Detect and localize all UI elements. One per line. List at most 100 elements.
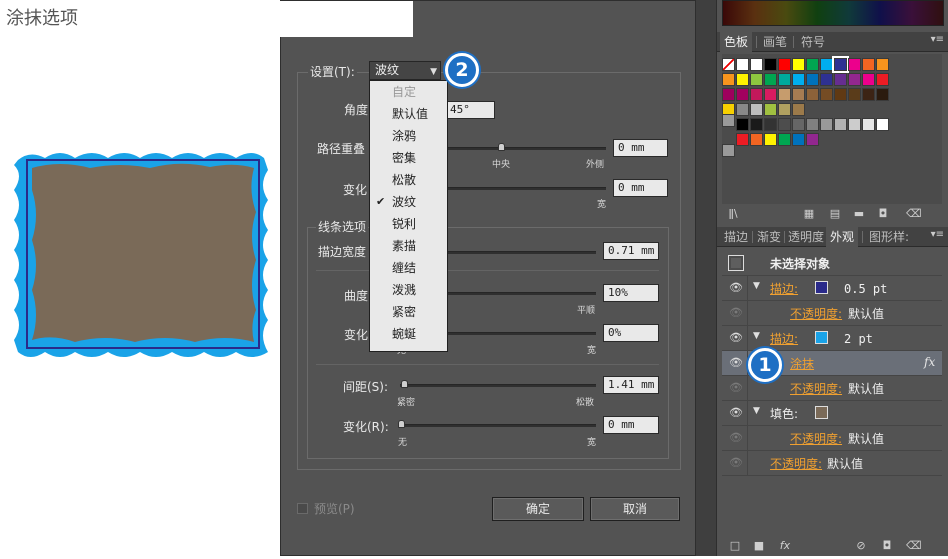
color-swatch[interactable] (834, 88, 847, 101)
color-swatch[interactable] (792, 73, 805, 86)
curviness-field[interactable]: 10% (603, 284, 659, 302)
stroke-link[interactable]: 描边: (770, 330, 798, 347)
fill-label[interactable]: 填色: (770, 405, 798, 422)
fx-icon[interactable]: fx (924, 355, 935, 369)
artboard-canvas[interactable] (0, 0, 280, 556)
new-swatch-icon[interactable]: ◘ (876, 207, 890, 221)
duplicate-item-icon[interactable]: ◘ (880, 539, 894, 553)
color-swatch[interactable] (876, 88, 889, 101)
path-overlap-slider-thumb[interactable] (498, 143, 505, 151)
color-swatch[interactable] (876, 73, 889, 86)
trash-icon[interactable]: ⌫ (906, 539, 922, 553)
expand-triangle-icon[interactable]: ▼ (753, 281, 760, 291)
visibility-toggle[interactable]: 👁 (722, 401, 748, 425)
setting-select[interactable]: 波纹 ▼ (369, 61, 441, 80)
stroke-color-chip[interactable] (815, 281, 828, 294)
variation-field[interactable]: 0 mm (613, 179, 668, 197)
color-swatch[interactable] (862, 88, 875, 101)
tab-gradient[interactable]: 渐变 (753, 227, 785, 247)
color-swatch[interactable] (832, 56, 849, 73)
expand-triangle-icon[interactable]: ▼ (753, 331, 760, 341)
tab-stroke[interactable]: 描边 (720, 227, 752, 247)
color-swatch[interactable] (778, 133, 791, 146)
color-swatch[interactable] (820, 58, 833, 71)
path-overlap-field[interactable]: 0 mm (613, 139, 668, 157)
color-swatch[interactable] (820, 73, 833, 86)
setting-option[interactable]: 松散 (370, 169, 447, 191)
color-swatch[interactable] (792, 58, 805, 71)
color-swatch[interactable] (736, 133, 749, 146)
stroke-weight[interactable]: 0.5 pt (844, 282, 887, 296)
appearance-row-opacity-4[interactable]: 👁 不透明度: 默认值 (722, 451, 942, 476)
color-swatch[interactable] (764, 118, 777, 131)
setting-option[interactable]: 锐利 (370, 213, 447, 235)
scribble-rectangle-artwork[interactable] (0, 0, 280, 556)
color-swatch[interactable] (778, 88, 791, 101)
setting-option[interactable]: 默认值 (370, 103, 447, 125)
opacity-link[interactable]: 不透明度: (770, 455, 822, 472)
setting-option[interactable]: 素描 (370, 235, 447, 257)
color-swatch[interactable] (848, 118, 861, 131)
color-swatch[interactable] (750, 88, 763, 101)
swatch-options-icon[interactable]: ▤ (828, 207, 842, 221)
fill-color-chip[interactable] (815, 406, 828, 419)
color-swatch[interactable] (778, 58, 791, 71)
color-swatch[interactable] (736, 58, 749, 71)
color-swatch[interactable] (806, 88, 819, 101)
color-swatch[interactable] (764, 58, 777, 71)
color-swatch[interactable] (862, 118, 875, 131)
color-swatch[interactable] (806, 58, 819, 71)
color-swatch[interactable] (806, 73, 819, 86)
color-swatch[interactable] (764, 88, 777, 101)
color-swatch[interactable] (862, 73, 875, 86)
color-swatch[interactable] (806, 118, 819, 131)
path-overlap-slider-track[interactable] (448, 147, 606, 150)
stroke-width-field[interactable]: 0.71 mm (603, 242, 659, 260)
stroke-color-chip[interactable] (815, 331, 828, 344)
tab-swatches[interactable]: 色板 (720, 32, 753, 52)
none-swatch-icon[interactable] (722, 58, 735, 71)
color-swatch[interactable] (778, 118, 791, 131)
stroke-link[interactable]: 描边: (770, 280, 798, 297)
tab-brushes[interactable]: 画笔 (759, 32, 791, 52)
visibility-toggle[interactable]: 👁 (722, 276, 748, 300)
tab-transparency[interactable]: 透明度 (784, 227, 828, 247)
color-swatch[interactable] (792, 88, 805, 101)
color-swatch[interactable] (736, 118, 749, 131)
scribble-effect-link[interactable]: 涂抹 (790, 355, 814, 372)
color-swatch[interactable] (820, 118, 833, 131)
color-swatch[interactable] (764, 103, 777, 116)
visibility-toggle[interactable]: 👁 (722, 351, 748, 375)
visibility-toggle[interactable]: 👁 (722, 451, 748, 475)
color-spectrum[interactable] (722, 0, 944, 26)
visibility-toggle[interactable]: 👁 (722, 376, 748, 400)
spacing-slider-track[interactable] (400, 384, 596, 387)
visibility-toggle[interactable]: 👁 (722, 301, 748, 325)
panel-menu-icon[interactable]: ▾≡ (931, 229, 944, 240)
color-swatch[interactable] (834, 118, 847, 131)
color-swatch[interactable] (876, 118, 889, 131)
color-swatch[interactable] (862, 58, 875, 71)
appearance-row-opacity-1[interactable]: 👁 不透明度: 默认值 (722, 301, 942, 326)
appearance-row-stroke-1[interactable]: 👁 ▼ 描边: 0.5 pt (722, 276, 942, 301)
stroke-width-slider-track[interactable] (448, 251, 596, 254)
color-swatch[interactable] (848, 88, 861, 101)
color-swatch[interactable] (792, 103, 805, 116)
variation3-slider-track[interactable] (400, 424, 596, 427)
color-swatch[interactable] (806, 133, 819, 146)
appearance-row-opacity-3[interactable]: 👁 不透明度: 默认值 (722, 426, 942, 451)
panel-menu-icon[interactable]: ▾≡ (931, 34, 944, 45)
tab-appearance[interactable]: 外观 (826, 227, 859, 247)
appearance-row-stroke-2[interactable]: 👁 ▼ 描边: 2 pt (722, 326, 942, 351)
color-swatch[interactable] (736, 88, 749, 101)
clear-appearance-icon[interactable]: ⊘ (854, 539, 868, 553)
folder-icon[interactable] (722, 144, 735, 157)
color-swatch[interactable] (764, 133, 777, 146)
variation3-field[interactable]: 0 mm (603, 416, 659, 434)
color-swatch[interactable] (834, 73, 847, 86)
color-swatch[interactable] (750, 133, 763, 146)
trash-icon[interactable]: ⌫ (906, 207, 922, 221)
color-swatch[interactable] (876, 58, 889, 71)
angle-field[interactable]: 45° (445, 101, 495, 119)
variation-slider-track[interactable] (448, 187, 606, 190)
